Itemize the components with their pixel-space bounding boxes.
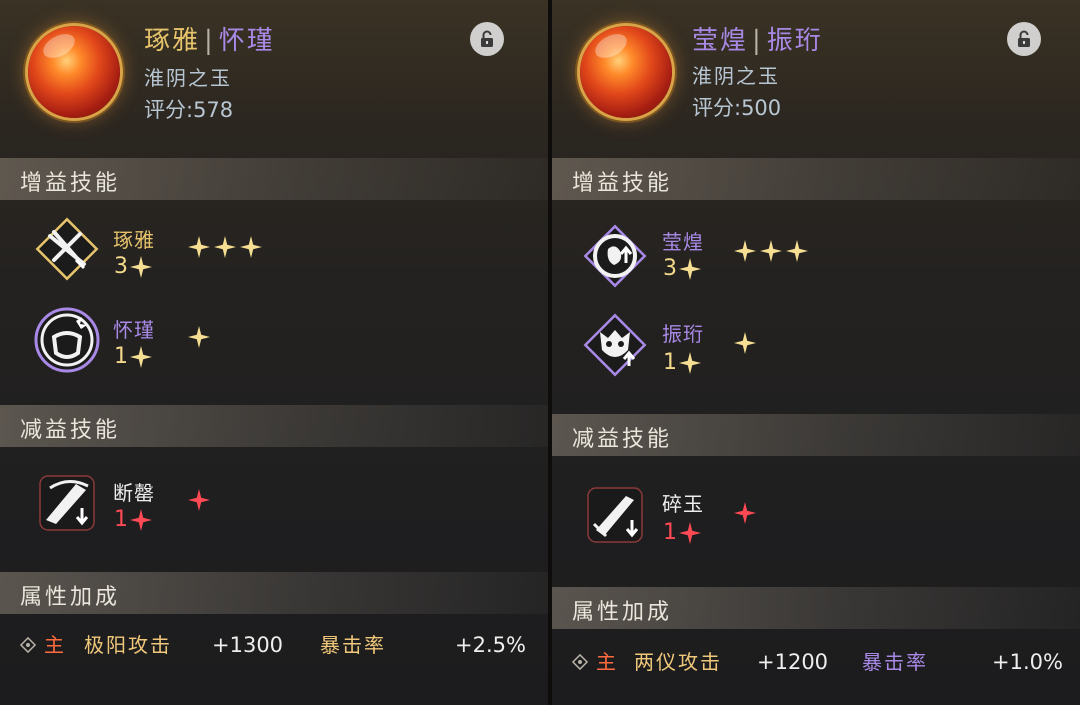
diamond-bullet-icon	[572, 654, 588, 670]
sword-down-icon[interactable]	[580, 480, 650, 550]
crossed-swords-icon[interactable]	[32, 214, 102, 284]
attr-main-tag: 主	[596, 650, 616, 674]
lock-icon[interactable]	[1007, 22, 1041, 56]
broken-blade-down-icon[interactable]	[32, 468, 102, 538]
buff-skill-1-stars	[188, 236, 262, 258]
attr-row: 主 两仪攻击 +1200 暴击率 +1.0%	[552, 642, 1080, 682]
demon-mask-up-icon[interactable]	[580, 310, 650, 380]
buff-skill-2-level: 1	[663, 350, 701, 375]
buff-section-label: 增益技能	[20, 171, 121, 196]
jade-panel-left: 琢雅 | 怀瑾 淮阴之玉 评分:578 增益技能 琢雅 3 怀瑾 1 减益技能 …	[0, 0, 548, 705]
jade-name-a: 莹煌	[692, 26, 749, 56]
attr-val-b: +1.0%	[992, 650, 1063, 674]
attr-val-a: +1200	[757, 650, 829, 674]
jade-name-a: 琢雅	[144, 26, 201, 56]
debuff-skill-1-level: 1	[663, 520, 701, 545]
attr-row: 主 极阳攻击 +1300 暴击率 +2.5%	[0, 625, 548, 665]
debuff-skill-1-name: 碎玉	[662, 492, 704, 516]
jade-orb-icon	[580, 26, 672, 118]
debuff-skill-1-level: 1	[114, 507, 152, 532]
sparkle-icon	[130, 255, 152, 278]
debuff-section-label: 减益技能	[572, 427, 673, 452]
jade-orb-icon	[28, 26, 120, 118]
buff-section-header: 增益技能	[0, 158, 548, 200]
jade-subtitle: 淮阴之玉	[144, 66, 232, 90]
title-separator: |	[752, 26, 763, 56]
attr-section-header: 属性加成	[0, 572, 548, 614]
shield-strike-icon[interactable]	[32, 305, 102, 375]
buff-skill-2-name: 振珩	[662, 322, 704, 346]
attr-name-b: 暴击率	[862, 650, 928, 674]
attr-val-b: +2.5%	[455, 633, 526, 657]
sparkle-icon	[188, 326, 210, 348]
sparkle-icon	[679, 351, 701, 374]
debuff-skill-1-name: 断罄	[113, 481, 155, 505]
shield-up-icon[interactable]	[580, 221, 650, 291]
jade-score: 评分:578	[144, 98, 234, 122]
buff-skill-1-name: 琢雅	[113, 228, 155, 252]
lock-icon[interactable]	[470, 22, 504, 56]
sparkle-icon	[786, 240, 808, 262]
attr-section-label: 属性加成	[572, 600, 673, 625]
sparkle-icon	[679, 257, 701, 280]
sparkle-icon	[214, 236, 236, 258]
jade-panel-right: 莹煌 | 振珩 淮阴之玉 评分:500 增益技能 莹煌 3 振珩 1 减益技能 …	[552, 0, 1080, 705]
sparkle-icon	[760, 240, 782, 262]
sparkle-icon	[734, 240, 756, 262]
sparkle-icon	[734, 332, 756, 354]
sparkle-red-icon	[734, 502, 756, 524]
buff-skill-1-level: 3	[114, 254, 152, 279]
attr-val-a: +1300	[212, 633, 284, 657]
attr-name-b: 暴击率	[320, 633, 386, 657]
attr-main-tag: 主	[44, 633, 64, 657]
jade-name-b: 怀瑾	[218, 26, 275, 56]
jade-score: 评分:500	[692, 96, 782, 120]
diamond-bullet-icon	[20, 637, 36, 653]
sparkle-red-icon	[188, 489, 210, 511]
title-separator: |	[204, 26, 215, 56]
jade-title: 莹煌 | 振珩	[692, 20, 823, 57]
buff-skill-2-stars	[188, 326, 210, 348]
attr-section-header: 属性加成	[552, 587, 1080, 629]
buff-skill-2-stars	[734, 332, 756, 354]
sparkle-icon	[130, 345, 152, 368]
debuff-section-header: 减益技能	[552, 414, 1080, 456]
sparkle-red-icon	[679, 521, 701, 544]
debuff-skill-1-stars	[188, 489, 210, 511]
buff-skill-1-name: 莹煌	[662, 230, 704, 254]
buff-skill-2-name: 怀瑾	[113, 318, 155, 342]
buff-skill-1-level: 3	[663, 256, 701, 281]
debuff-skill-1-stars	[734, 502, 756, 524]
sparkle-icon	[240, 236, 262, 258]
buff-section-label: 增益技能	[572, 171, 673, 196]
buff-section-header: 增益技能	[552, 158, 1080, 200]
attr-name-a: 两仪攻击	[634, 650, 722, 674]
attr-name-a: 极阳攻击	[84, 633, 172, 657]
jade-title: 琢雅 | 怀瑾	[144, 20, 275, 57]
attr-section-label: 属性加成	[20, 585, 121, 610]
sparkle-red-icon	[130, 508, 152, 531]
jade-subtitle: 淮阴之玉	[692, 64, 780, 88]
debuff-section-header: 减益技能	[0, 405, 548, 447]
sparkle-icon	[188, 236, 210, 258]
buff-skill-2-level: 1	[114, 344, 152, 369]
debuff-section-label: 减益技能	[20, 418, 121, 443]
buff-skill-1-stars	[734, 240, 808, 262]
jade-name-b: 振珩	[766, 26, 823, 56]
